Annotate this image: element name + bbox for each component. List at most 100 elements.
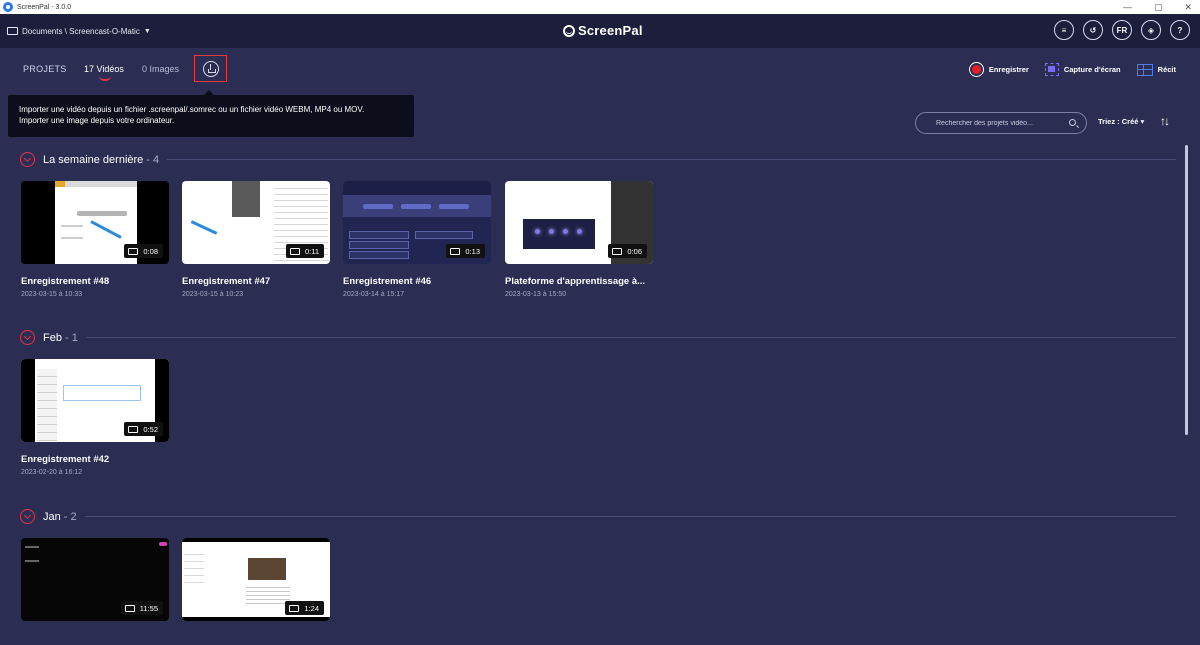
duration-label: 1:24 <box>304 603 319 613</box>
video-card[interactable]: 0:52 Enregistrement #42 2023-02-20 à 16:… <box>21 359 169 476</box>
maximize-button[interactable]: ▢ <box>1154 2 1163 13</box>
collapse-chevron-icon[interactable] <box>20 509 35 524</box>
thumbnail-content <box>535 229 540 234</box>
video-card[interactable]: 1:24 <box>182 538 330 621</box>
video-card[interactable]: 0:08 Enregistrement #48 2023-03-15 à 10:… <box>21 181 169 298</box>
folder-icon <box>450 247 461 255</box>
search-icon[interactable] <box>1069 119 1076 126</box>
section-divider <box>84 516 1176 517</box>
video-thumbnail[interactable]: 0:06 <box>505 181 653 264</box>
playlist-check-icon[interactable]: ≡ <box>1054 20 1074 40</box>
thumbnail-content <box>159 542 167 546</box>
duration-label: 0:06 <box>627 246 642 256</box>
sort-arrows-icon[interactable]: ↑↓ <box>1160 114 1170 128</box>
folder-icon <box>128 425 139 433</box>
folder-icon <box>289 604 300 612</box>
screenshot-button[interactable]: Capture d'écran <box>1044 63 1121 76</box>
record-button[interactable]: Enregistrer <box>968 62 1029 77</box>
thumbnail-content <box>37 369 57 441</box>
tab-videos[interactable]: 17 Vidéos <box>84 64 124 81</box>
tooltip-line-1: Importer une vidéo depuis un fichier .sc… <box>19 105 365 114</box>
section-count: - 1 <box>64 331 78 344</box>
tooltip-line-2: Importer une image depuis votre ordinate… <box>19 116 175 125</box>
import-tooltip: Importer une vidéo depuis un fichier .sc… <box>8 90 414 137</box>
screenpal-app-icon <box>3 2 13 12</box>
folder-breadcrumb[interactable]: Documents \ Screencast-O-Matic ▼ <box>7 27 151 36</box>
duration-badge: 11:55 <box>120 601 163 615</box>
video-card[interactable]: 0:11 Enregistrement #47 2023-03-15 à 10:… <box>182 181 330 298</box>
duration-label: 0:13 <box>465 246 480 256</box>
thumbnail-content <box>523 219 595 249</box>
minimize-button[interactable]: — <box>1123 2 1132 12</box>
collapse-chevron-icon[interactable] <box>20 330 35 345</box>
layers-icon[interactable]: ◈ <box>1141 20 1161 40</box>
search-box <box>915 112 1087 134</box>
video-thumbnail[interactable]: 0:08 <box>21 181 169 264</box>
duration-badge: 0:52 <box>124 422 163 436</box>
story-button[interactable]: Récit <box>1136 63 1176 76</box>
app-header: Documents \ Screencast-O-Matic ▼ ScreenP… <box>0 14 1200 48</box>
scrollbar[interactable] <box>1185 145 1188 435</box>
video-date: 2023-03-13 à 15:50 <box>505 291 567 298</box>
video-card[interactable]: 0:06 Plateforme d'apprentissage à... 202… <box>505 181 653 298</box>
language-icon[interactable]: FR <box>1112 20 1132 40</box>
collapse-chevron-icon[interactable] <box>20 152 35 167</box>
record-icon <box>968 62 984 77</box>
video-date: 2023-03-15 à 10:33 <box>21 291 83 298</box>
duration-badge: 1:24 <box>285 601 324 615</box>
toolbar: PROJETS 17 Vidéos 0 Images Enregistrer C… <box>0 48 1200 92</box>
thumbnail-content <box>363 204 393 209</box>
thumbnail-content <box>184 548 204 588</box>
story-icon <box>1136 63 1153 76</box>
search-input[interactable] <box>936 119 1066 127</box>
thumbnail-content <box>349 241 409 249</box>
story-label: Récit <box>1157 65 1176 74</box>
duration-label: 0:52 <box>143 424 158 434</box>
thumbnail-content <box>232 181 260 217</box>
tab-projets[interactable]: PROJETS <box>23 64 67 74</box>
video-thumbnail[interactable]: 0:13 <box>343 181 491 264</box>
video-title[interactable]: Enregistrement #42 <box>21 454 169 465</box>
video-card[interactable]: 0:13 Enregistrement #46 2023-03-14 à 15:… <box>343 181 491 298</box>
video-card[interactable]: 11:55 <box>21 538 169 621</box>
active-tab-indicator <box>99 76 111 81</box>
thumbnail-content <box>77 211 127 216</box>
screenshot-icon <box>1044 63 1059 76</box>
close-button[interactable]: ✕ <box>1184 2 1192 13</box>
section-jan: Jan - 2 <box>20 509 1176 524</box>
video-thumbnail[interactable]: 0:11 <box>182 181 330 264</box>
video-thumbnail[interactable]: 0:52 <box>21 359 169 442</box>
video-title[interactable]: Enregistrement #46 <box>343 276 491 287</box>
section-divider <box>167 159 1176 160</box>
thumbnail-content <box>563 229 568 234</box>
folder-icon <box>612 247 623 255</box>
thumbnail-content <box>21 359 35 442</box>
video-thumbnail[interactable]: 11:55 <box>21 538 169 621</box>
thumbnail-content <box>182 617 330 621</box>
video-title[interactable]: Plateforme d'apprentissage à... <box>505 276 653 287</box>
help-icon[interactable]: ? <box>1170 20 1190 40</box>
sort-dropdown[interactable]: Triez : Créé ▾ <box>1098 117 1144 126</box>
video-title[interactable]: Enregistrement #48 <box>21 276 169 287</box>
window-titlebar: ScreenPal - 3.0.0 — ▢ ✕ <box>0 0 1200 14</box>
video-title[interactable]: Enregistrement #47 <box>182 276 330 287</box>
import-button[interactable] <box>194 55 227 82</box>
history-icon[interactable]: ↺ <box>1083 20 1103 40</box>
thumbnail-content <box>248 558 286 580</box>
thumbnail-content <box>415 231 473 239</box>
tab-images[interactable]: 0 Images <box>142 64 179 74</box>
thumbnail-content <box>25 546 39 562</box>
video-thumbnail[interactable]: 1:24 <box>182 538 330 621</box>
section-title: La semaine dernière <box>43 153 144 166</box>
screenpal-logo-icon <box>563 24 575 37</box>
video-date: 2023-02-20 à 16:12 <box>21 469 83 476</box>
thumbnail-content <box>55 181 137 187</box>
thumbnail-content <box>63 385 141 401</box>
section-title: Feb <box>43 331 62 344</box>
section-last-week: La semaine dernière - 4 <box>20 152 1176 167</box>
duration-label: 11:55 <box>139 603 158 613</box>
thumbnail-content <box>349 251 409 259</box>
thumbnail-content <box>61 225 83 239</box>
folder-icon <box>124 604 135 612</box>
duration-label: 0:08 <box>143 246 158 256</box>
